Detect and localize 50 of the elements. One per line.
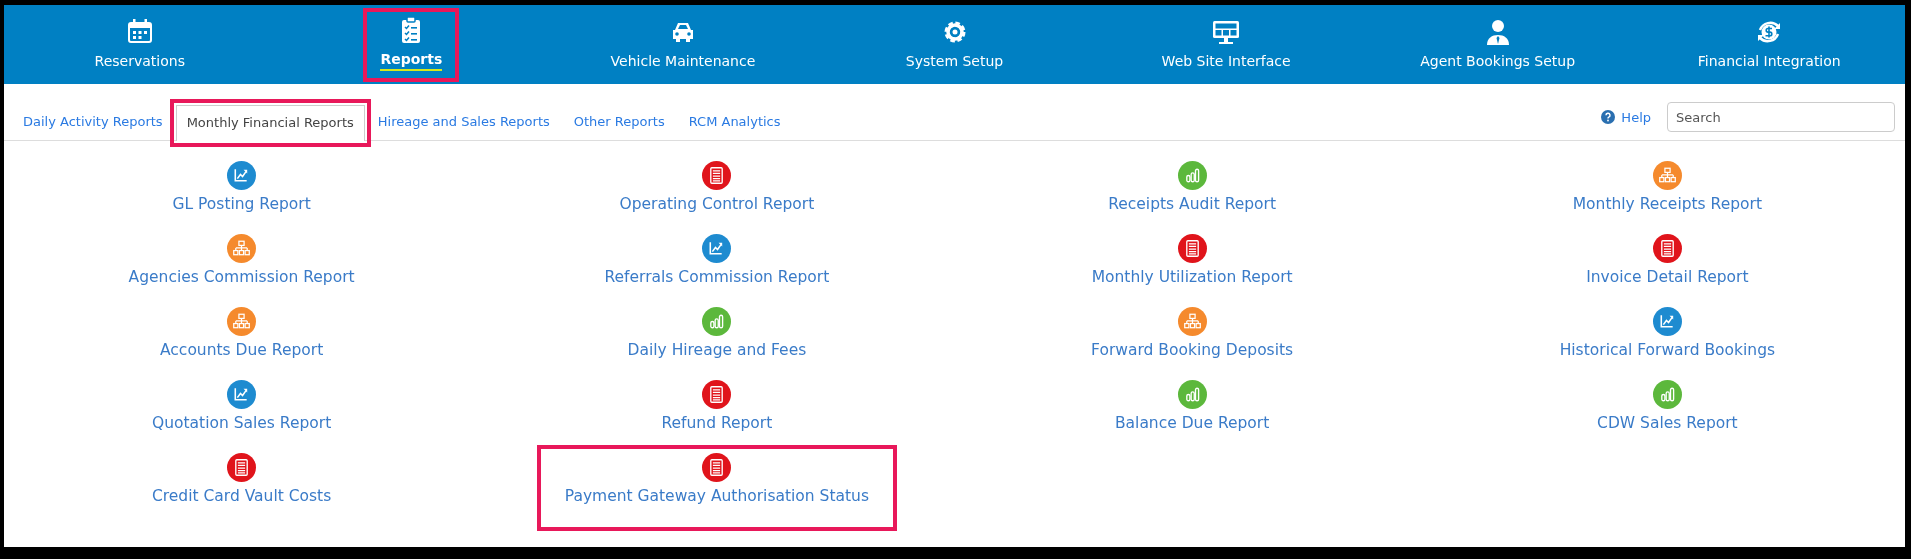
tab[interactable]: Other Reports (562, 104, 676, 140)
document-icon (227, 453, 257, 482)
report-link[interactable]: Payment Gateway Authorisation Status (540, 449, 893, 527)
hierarchy-icon (227, 307, 257, 336)
bar-chart-icon (702, 307, 732, 336)
report-link[interactable]: Quotation Sales Report (132, 380, 352, 432)
report-link[interactable]: Accounts Due Report (140, 307, 344, 359)
nav-item[interactable]: Reports (366, 10, 457, 79)
report-link[interactable]: CDW Sales Report (1577, 380, 1758, 432)
nav-item[interactable]: Web Site Interface (1151, 12, 1301, 77)
document-icon (702, 453, 732, 482)
chart-icon (1652, 307, 1682, 336)
report-link[interactable]: Monthly Utilization Report (1071, 234, 1313, 286)
search-field[interactable]: Search (1667, 102, 1895, 132)
document-icon (1652, 234, 1682, 263)
nav-item[interactable]: Reservations (84, 12, 195, 77)
document-icon (1177, 234, 1207, 263)
tab[interactable]: Hireage and Sales Reports (366, 104, 561, 140)
nav-item[interactable]: Agent Bookings Setup (1410, 12, 1586, 77)
bar-chart-icon (1652, 380, 1682, 409)
document-icon (702, 161, 732, 190)
report-link[interactable]: Historical Forward Bookings (1539, 307, 1796, 359)
nav-item[interactable]: System Setup (895, 12, 1014, 77)
report-link[interactable]: GL Posting Report (152, 161, 331, 213)
hierarchy-icon (227, 234, 257, 263)
report-link[interactable]: Operating Control Report (599, 161, 835, 213)
tab[interactable]: Daily Activity Reports (12, 104, 174, 140)
report-link[interactable]: Receipts Audit Report (1088, 161, 1297, 213)
help-link[interactable]: Help (1601, 109, 1651, 125)
report-link[interactable]: Forward Booking Deposits (1071, 307, 1314, 359)
report-link[interactable]: Invoice Detail Report (1566, 234, 1769, 286)
hierarchy-icon (1652, 161, 1682, 190)
bar-chart-icon (1177, 380, 1207, 409)
report-link[interactable]: Agencies Commission Report (108, 234, 375, 286)
nav-item[interactable]: Financial Integration (1687, 12, 1851, 77)
document-icon (702, 380, 732, 409)
chart-icon (227, 380, 257, 409)
hierarchy-icon (1177, 307, 1207, 336)
nav-item[interactable]: Vehicle Maintenance (600, 12, 766, 77)
report-link[interactable]: Refund Report (641, 380, 793, 432)
report-link[interactable]: Referrals Commission Report (584, 234, 850, 286)
report-link[interactable]: Credit Card Vault Costs (131, 453, 352, 505)
chart-icon (702, 234, 732, 263)
tab[interactable]: RCM Analytics (677, 104, 792, 140)
bar-chart-icon (1177, 161, 1207, 190)
report-link[interactable]: Balance Due Report (1094, 380, 1290, 432)
help-icon (1601, 110, 1616, 124)
report-link[interactable]: Monthly Receipts Report (1552, 161, 1782, 213)
chart-icon (227, 161, 257, 190)
report-link[interactable]: Daily Hireage and Fees (607, 307, 827, 359)
